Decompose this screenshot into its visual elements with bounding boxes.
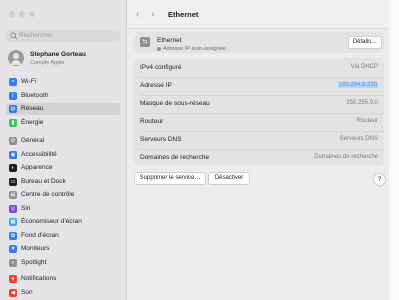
sidebar-item[interactable]: ◀ Son — [6, 287, 120, 299]
page-title: Ethernet — [168, 10, 199, 19]
search-input[interactable]: Rechercher — [6, 30, 120, 42]
remove-service-button[interactable]: Supprimer le service… — [134, 172, 206, 185]
detail-key: IPv4 configuré — [140, 64, 182, 71]
sidebar-item-label: Notifications — [21, 275, 57, 282]
zoom-window-button[interactable] — [29, 11, 35, 17]
accessibility-icon: ◉ — [9, 150, 17, 159]
system-settings-window: Rechercher Stephane Gorteau Compte Apple… — [0, 0, 399, 300]
detail-value[interactable]: 169.254.8.230 — [337, 82, 378, 88]
sidebar-item[interactable]: ● Notifications — [6, 273, 120, 285]
help-button[interactable]: ? — [373, 173, 386, 186]
sidebar-item[interactable]: ✷ Moniteurs — [6, 243, 120, 255]
close-window-button[interactable] — [9, 11, 15, 17]
service-status: Adresse IP auto-assignée — [157, 46, 226, 52]
sidebar-item-label: Fond d'écran — [21, 231, 59, 239]
sidebar-item-label: Bureau et Dock — [21, 177, 66, 185]
sidebar-item[interactable]: ▦ Économiseur d'écran — [6, 216, 120, 228]
screensaver-icon: ▦ — [9, 218, 17, 226]
sidebar-item[interactable]: ⚙ Général — [6, 135, 120, 147]
detail-row: Adresse IP 169.254.8.230 — [134, 76, 384, 96]
sidebar-item-label: Wi‑Fi — [21, 78, 37, 85]
display-icon: ✷ — [9, 245, 17, 253]
sidebar-item[interactable]: ▮ Énergie — [6, 117, 120, 129]
sidebar-item-label: Moniteurs — [21, 245, 50, 252]
battery-icon: ▮ — [9, 118, 17, 127]
appearance-icon: ◐ — [9, 164, 17, 172]
account-subtitle: Compte Apple — [30, 60, 65, 66]
sound-icon: ◀ — [9, 288, 17, 297]
sidebar-item-label: Économiseur d'écran — [21, 218, 82, 225]
sidebar-item[interactable]: ◉ Accessibilité — [6, 149, 120, 161]
siri-icon: ◎ — [9, 204, 17, 213]
dock-icon: ▭ — [9, 177, 17, 186]
sidebar-item-label: Réseau — [21, 105, 44, 112]
sidebar-item-label: Centre de contrôle — [21, 191, 75, 198]
sidebar-item[interactable]: ◎ Siri — [6, 203, 120, 215]
search-icon — [10, 32, 18, 40]
toolbar: ‹ › Ethernet — [127, 0, 399, 29]
sidebar-item[interactable]: ≈ Wi‑Fi — [6, 76, 120, 88]
service-status-text: Adresse IP auto-assignée — [163, 46, 226, 52]
detail-key: Domaines de recherche — [140, 154, 210, 161]
chevron-left-icon[interactable]: ‹ — [136, 9, 139, 20]
detail-value[interactable]: 255.255.0.0 — [346, 100, 378, 106]
detail-row: IPv4 configuré Via DHCP — [134, 58, 384, 78]
sidebar-item-label: Son — [21, 288, 33, 296]
deactivate-button[interactable]: Désactiver — [208, 172, 250, 185]
detail-key: Adresse IP — [140, 82, 172, 89]
sidebar-item[interactable]: ▭ Bureau et Dock — [6, 176, 120, 188]
sidebar: Rechercher Stephane Gorteau Compte Apple… — [0, 0, 127, 300]
wallpaper-icon: ✿ — [9, 231, 17, 240]
apple-account[interactable]: Stephane Gorteau Compte Apple — [6, 49, 120, 69]
account-name: Stephane Gorteau — [30, 51, 86, 58]
gear-icon: ⚙ — [9, 137, 17, 145]
detail-row: Domaines de recherche Domaines de recherc… — [134, 148, 384, 168]
sidebar-item[interactable]: ᛒ Bluetooth — [6, 90, 120, 102]
bluetooth-icon: ᛒ — [9, 91, 17, 100]
wifi-icon: ≈ — [9, 78, 17, 86]
sidebar-item-label: Général — [21, 137, 45, 144]
sidebar-item[interactable]: ◐ Apparence — [6, 162, 120, 174]
notifications-icon: ● — [9, 275, 17, 283]
sidebar-item[interactable]: ◍ Réseau — [6, 103, 120, 115]
sidebar-item-label: Énergie — [21, 118, 44, 126]
detail-key: Masque de sous-réseau — [140, 100, 210, 107]
detail-key: Routeur — [140, 118, 164, 125]
detail-value[interactable]: Routeur — [357, 118, 378, 124]
search-placeholder: Rechercher — [19, 32, 53, 39]
sidebar-item-label: Bluetooth — [21, 91, 49, 99]
service-card: ⇆ Ethernet Adresse IP auto-assignée Déta… — [134, 32, 384, 53]
detail-value[interactable]: Via DHCP — [351, 64, 378, 70]
sidebar-item-label: Apparence — [21, 164, 53, 171]
avatar — [8, 50, 24, 66]
detail-value[interactable]: Domaines de recherche — [314, 154, 378, 160]
spotlight-icon: ⌕ — [9, 258, 17, 267]
ethernet-icon: ⇆ — [140, 37, 150, 47]
sidebar-item-label: Accessibilité — [21, 150, 57, 158]
detail-row: Masque de sous-réseau 255.255.0.0 — [134, 94, 384, 114]
details-card: IPv4 configuré Via DHCP Adresse IP 169.254.… — [134, 58, 384, 166]
sidebar-item-label: Siri — [21, 204, 31, 212]
detail-row: Routeur Routeur — [134, 112, 384, 132]
chevron-right-icon[interactable]: › — [151, 9, 154, 20]
globe-icon: ◍ — [9, 105, 17, 113]
sidebar-item-label: Spotlight — [21, 258, 47, 266]
details-button[interactable]: Détails… — [348, 36, 382, 49]
sidebar-item[interactable]: ⌕ Spotlight — [6, 257, 120, 269]
detail-row: Serveurs DNS Serveurs DNS — [134, 130, 384, 150]
detail-key: Serveurs DNS — [140, 136, 182, 143]
status-dot-icon — [157, 46, 161, 51]
detail-value[interactable]: Serveurs DNS — [340, 136, 378, 142]
background-window-edge — [389, 0, 399, 300]
main-pane: ‹ › Ethernet ⇆ Ethernet Adresse IP auto-… — [127, 0, 399, 300]
minimize-window-button[interactable] — [19, 11, 25, 17]
control-center-icon: ▤ — [9, 191, 17, 199]
sidebar-item[interactable]: ✿ Fond d'écran — [6, 230, 120, 242]
sidebar-item[interactable]: ▤ Centre de contrôle — [6, 189, 120, 201]
service-name: Ethernet — [157, 37, 182, 44]
